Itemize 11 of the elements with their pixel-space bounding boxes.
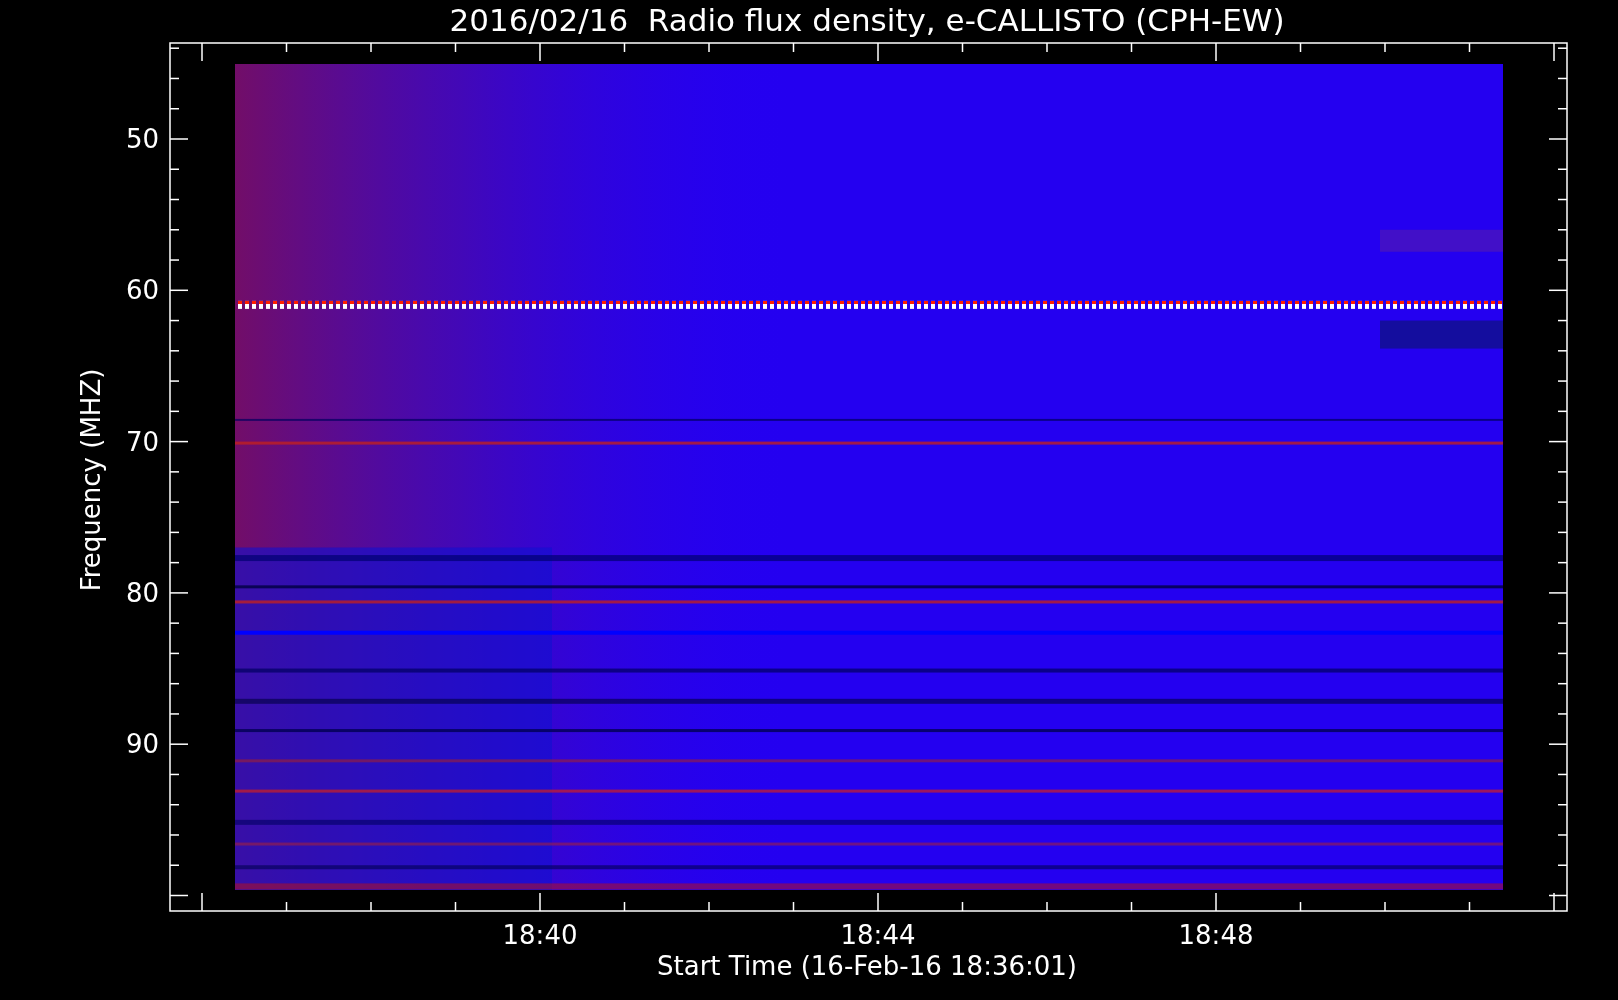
x-axis-label: Start Time (16-Feb-16 18:36:01) (657, 951, 1077, 981)
y-tick-label: 90 (125, 729, 159, 760)
y-tick-label: 50 (125, 124, 159, 154)
x-tick-label: 18:44 (840, 920, 916, 950)
y-axis-label: Frequency (MHZ) (76, 368, 106, 592)
y-tick-label: 80 (125, 577, 159, 608)
x-tick-label: 18:40 (502, 920, 578, 950)
chart-title: 2016/02/16 Radio flux density, e-CALLISTO (CPH-EW) (449, 2, 1285, 38)
y-tick-label: 70 (125, 426, 159, 457)
y-tick-label: 60 (125, 275, 159, 306)
x-tick-label: 18:48 (1178, 920, 1254, 950)
